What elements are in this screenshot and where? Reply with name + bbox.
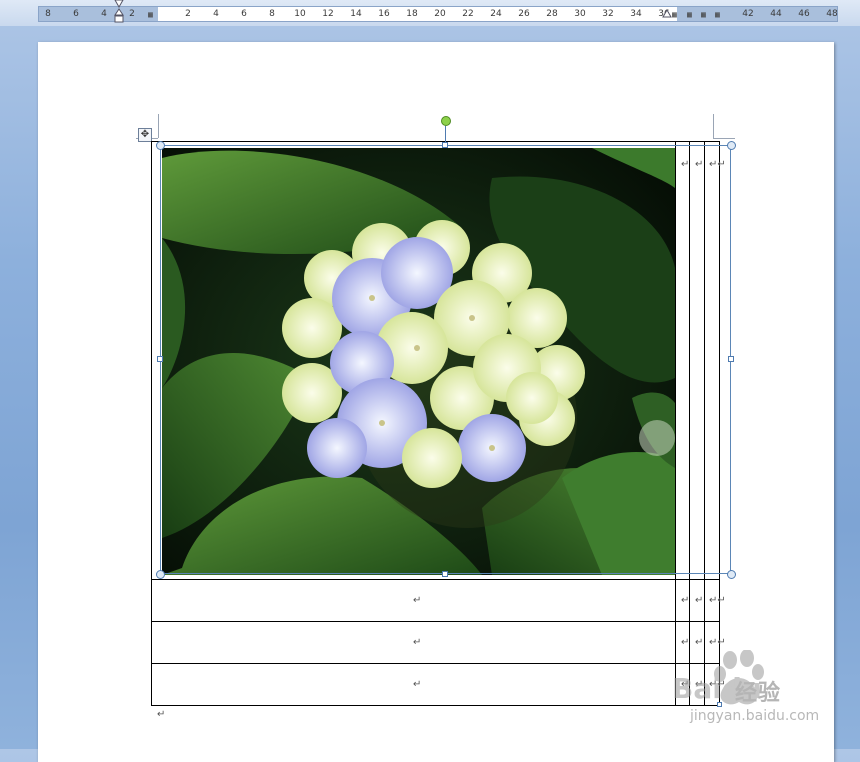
ruler-column-marker[interactable]: ▦ [701,10,706,19]
table-border [151,663,719,664]
ruler-tick: 2 [129,9,135,19]
resize-handle-top[interactable] [442,142,448,148]
ruler-tick: 2 [185,9,191,19]
ruler-column-marker[interactable]: ▦ [672,10,677,19]
ruler-tick: 34 [630,9,642,19]
rotate-handle-icon[interactable] [441,116,451,126]
cell-mark: ↵ [681,637,690,648]
resize-handle-top-left[interactable] [156,141,165,150]
ruler-tick: 28 [546,9,558,19]
ruler-tick: 6 [73,9,79,19]
ruler-tick: 14 [350,9,362,19]
cell-mark: ↵ [695,595,704,606]
table-border [151,621,719,622]
paragraph-mark: ↵ [157,709,166,720]
ruler-grip[interactable]: ▦ [148,10,153,19]
ruler-tick: 18 [406,9,418,19]
margin-corner-mark [713,138,735,139]
ruler-tick: 8 [269,9,275,19]
cell-mark: ↵↵ [709,159,726,170]
ruler-tick: 48 [826,9,838,19]
ruler-column-marker[interactable]: ▦ [715,10,720,19]
ruler-tick: 26 [518,9,530,19]
watermark-name: 经验 [735,681,782,706]
right-indent-marker-icon[interactable] [662,9,672,21]
cell-mark: ↵ [695,637,704,648]
ruler-tick: 24 [490,9,502,19]
cell-mark: ↵ [681,159,690,170]
ruler-tick: 20 [434,9,446,19]
table-move-handle-icon[interactable]: ✥ [138,128,152,142]
ruler-tick: 4 [213,9,219,19]
cell-mark: ↵ [413,679,422,690]
resize-handle-top-right[interactable] [727,141,736,150]
indent-marker-icon[interactable] [114,0,124,24]
margin-corner-mark [158,114,159,138]
watermark-url: jingyan.baidu.com [690,708,820,724]
table-border [151,141,719,142]
horizontal-ruler-bar: 8 6 4 2 ▦ 2 4 6 8 10 12 14 16 18 20 22 2… [0,0,860,26]
ruler-tick: 42 [742,9,754,19]
horizontal-ruler[interactable]: 8 6 4 2 ▦ 2 4 6 8 10 12 14 16 18 20 22 2… [38,6,838,22]
ruler-tick: 22 [462,9,474,19]
ruler-tick: 32 [602,9,614,19]
cell-mark: ↵ [413,637,422,648]
cell-mark: ↵↵ [709,637,726,648]
ruler-tick: 44 [770,9,782,19]
ruler-tick: 30 [574,9,586,19]
resize-handle-bottom[interactable] [442,571,448,577]
cell-mark: ↵↵ [709,595,726,606]
ruler-column-marker[interactable]: ▦ [687,10,692,19]
resize-handle-bottom-left[interactable] [156,570,165,579]
table-border [151,705,719,706]
ruler-tick: 8 [45,9,51,19]
resize-handle-right[interactable] [728,356,734,362]
ruler-tick: 16 [378,9,390,19]
ruler-tick: 6 [241,9,247,19]
ruler-tick: 12 [322,9,334,19]
cell-mark: ↵ [681,595,690,606]
ruler-tick: 4 [101,9,107,19]
margin-corner-mark [713,114,714,138]
ruler-tick: 10 [294,9,306,19]
resize-handle-bottom-right[interactable] [727,570,736,579]
resize-handle-left[interactable] [157,356,163,362]
ruler-tick: 46 [798,9,810,19]
table-border [151,579,719,580]
cell-mark: ↵ [413,595,422,606]
cell-mark: ↵ [695,159,704,170]
picture-selection-frame [160,145,731,574]
